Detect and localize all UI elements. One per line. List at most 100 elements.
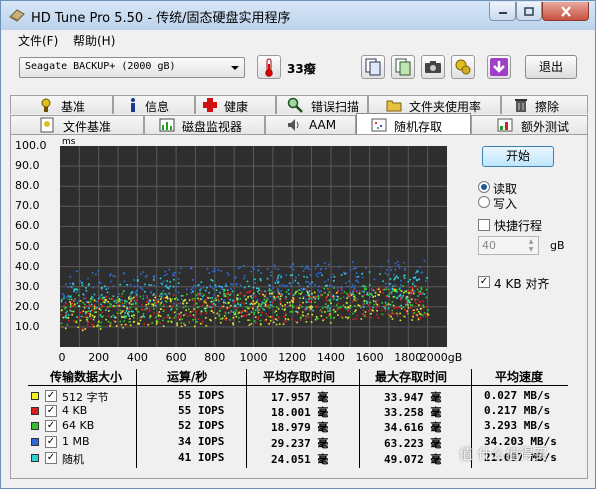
tab-error-scan[interactable]: 错误扫描 <box>276 95 368 114</box>
scatter-point <box>133 296 135 299</box>
temperature-button[interactable] <box>257 55 281 79</box>
spin-down-icon[interactable]: ▼ <box>524 246 538 254</box>
copy-screenshot-button[interactable] <box>391 55 415 79</box>
scatter-point <box>114 275 117 278</box>
scatter-point <box>345 301 348 304</box>
scatter-point <box>226 289 229 291</box>
scatter-point <box>328 310 331 312</box>
tab-benchmark[interactable]: 基准 <box>10 95 113 114</box>
scatter-point <box>199 298 202 301</box>
scatter-point <box>158 318 161 321</box>
quick-stroke-checkbox[interactable] <box>478 219 490 231</box>
scatter-point <box>357 281 360 283</box>
scatter-point <box>197 306 200 308</box>
series-visible-checkbox[interactable]: ✓ <box>45 436 57 448</box>
scatter-point <box>215 286 218 288</box>
scatter-point <box>277 274 280 277</box>
camera-icon <box>425 61 441 73</box>
options-button[interactable] <box>451 55 475 79</box>
align-4kb-checkbox[interactable]: ✓ <box>478 276 490 288</box>
spin-up-icon[interactable]: ▲ <box>524 238 538 246</box>
scatter-point <box>301 265 303 268</box>
scatter-point <box>390 292 393 295</box>
y-tick-label: 90.0 <box>15 159 40 173</box>
scatter-point <box>355 299 357 302</box>
scatter-point <box>315 295 318 298</box>
tab-info[interactable]: 信息 <box>113 95 195 114</box>
title-bar[interactable]: HD Tune Pro 5.50 - 传统/固态硬盘实用程序 <box>1 1 595 30</box>
read-radio[interactable] <box>478 181 490 193</box>
tab-disk-monitor[interactable]: 磁盘监视器 <box>144 115 265 134</box>
scatter-point <box>373 289 375 292</box>
scatter-point <box>371 294 373 297</box>
scatter-point <box>90 317 92 320</box>
series-visible-checkbox[interactable]: ✓ <box>45 420 57 432</box>
scatter-point <box>302 297 305 300</box>
scatter-point <box>288 301 291 304</box>
scatter-point <box>277 288 279 290</box>
scatter-point <box>147 302 150 305</box>
scatter-point <box>159 308 162 310</box>
scatter-point <box>121 304 124 307</box>
menu-help[interactable]: 帮助(H) <box>73 32 115 49</box>
scatter-point <box>274 299 277 301</box>
tab-aam[interactable]: AAM <box>265 115 356 134</box>
tab-file-benchmark[interactable]: 文件基准 <box>10 115 144 134</box>
scatter-point <box>247 295 250 298</box>
drive-select[interactable]: Seagate BACKUP+ (2000 gB) <box>19 57 245 78</box>
tab-random-access[interactable]: 随机存取 <box>356 113 471 134</box>
save-button[interactable] <box>487 55 511 79</box>
scatter-point <box>192 319 194 321</box>
col-divider <box>246 369 247 468</box>
scatter-point <box>329 321 332 324</box>
scatter-point <box>250 311 253 313</box>
maximize-button[interactable] <box>516 2 542 21</box>
scatter-point <box>328 284 331 287</box>
scatter-point <box>115 325 118 327</box>
scatter-point <box>178 318 181 321</box>
scatter-point <box>270 289 272 292</box>
scatter-point <box>90 303 93 306</box>
scatter-point <box>116 312 119 315</box>
copy-info-button[interactable] <box>361 55 385 79</box>
scatter-point <box>81 329 84 332</box>
write-radio[interactable] <box>478 196 490 208</box>
scatter-point <box>278 323 281 325</box>
scatter-point <box>419 308 422 310</box>
scatter-point <box>73 290 75 293</box>
scatter-point <box>269 292 271 295</box>
scatter-point <box>396 314 399 317</box>
close-button[interactable] <box>542 2 589 21</box>
start-button[interactable]: 开始 <box>482 146 554 167</box>
tab-erase[interactable]: 擦除 <box>501 95 588 114</box>
scatter-point <box>128 310 130 313</box>
tab-health[interactable]: 健康 <box>195 95 276 114</box>
series-visible-checkbox[interactable]: ✓ <box>45 390 57 402</box>
scatter-point <box>154 294 157 297</box>
scatter-point <box>313 291 316 294</box>
scatter-point <box>398 288 401 290</box>
exit-button[interactable]: 退出 <box>525 55 577 79</box>
scatter-point <box>177 302 180 305</box>
scatter-point <box>355 266 357 269</box>
series-visible-checkbox[interactable]: ✓ <box>45 452 57 464</box>
col-header-size: 传输数据大小 <box>50 370 123 384</box>
scatter-point <box>353 304 356 307</box>
series-visible-checkbox[interactable]: ✓ <box>45 405 57 417</box>
scatter-point <box>263 308 265 311</box>
tab-folder-usage[interactable]: 文件夹使用率 <box>368 95 501 114</box>
menu-file[interactable]: 文件(F) <box>18 32 58 49</box>
scatter-point <box>124 312 126 314</box>
scatter-point <box>129 320 131 323</box>
screenshot-button[interactable] <box>421 55 445 79</box>
scatter-point <box>260 290 263 293</box>
scatter-point <box>201 304 204 307</box>
row-ops: 34 IOPS <box>178 435 225 448</box>
scatter-point <box>378 294 381 296</box>
scatter-point <box>351 300 354 303</box>
scatter-point <box>321 294 323 296</box>
minimize-button[interactable] <box>489 2 516 21</box>
tab-extra-tests[interactable]: 额外测试 <box>471 115 588 134</box>
scatter-point <box>393 273 395 276</box>
scatter-point <box>399 319 402 322</box>
